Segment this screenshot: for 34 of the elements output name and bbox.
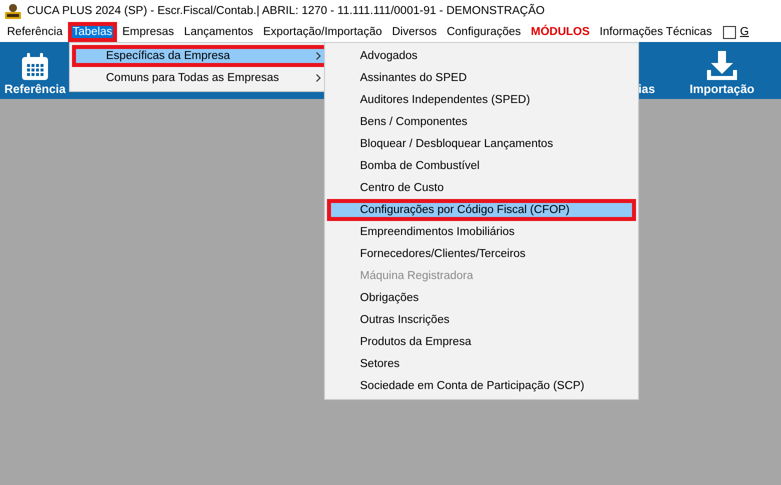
menu-item[interactable]: Diversos [387, 22, 442, 42]
menu-item[interactable]: Bomba de Combustível [327, 155, 636, 177]
menu-item[interactable]: Centro de Custo [327, 177, 636, 199]
menu-item[interactable]: Empreendimentos Imobiliários [327, 221, 636, 243]
menu-item[interactable]: MÓDULOS [526, 22, 595, 42]
toolbar-label[interactable]: Importação [690, 82, 754, 96]
toolbar-label[interactable]: ias [638, 82, 655, 96]
download-icon [705, 50, 739, 82]
menu-item[interactable]: Fornecedores/Clientes/Terceiros [327, 243, 636, 265]
menu-item[interactable]: Outras Inscrições [327, 309, 636, 331]
menu-item[interactable]: Configurações por Código Fiscal (CFOP) [327, 199, 636, 221]
toolbar-label[interactable]: Referência [4, 82, 66, 96]
menu-item[interactable]: Obrigações [327, 287, 636, 309]
app-logo-icon [4, 3, 22, 19]
checkbox-label[interactable]: G [740, 26, 749, 38]
menu-item[interactable]: Sociedade em Conta de Participação (SCP) [327, 375, 636, 397]
menu-item[interactable]: Configurações [442, 22, 526, 42]
menu-item[interactable]: Bloquear / Desbloquear Lançamentos [327, 133, 636, 155]
menu-item[interactable]: Tabelas [68, 22, 118, 42]
calendar-icon [20, 52, 50, 82]
window-title: CUCA PLUS 2024 (SP) - Escr.Fiscal/Contab.| ABRIL: 1270 - 11.111.111/0001-91 - DEMONSTRAÇÃO [27, 5, 545, 17]
menu-item[interactable]: Produtos da Empresa [327, 331, 636, 353]
menu-item[interactable]: Lançamentos [179, 22, 258, 42]
chevron-right-icon [316, 74, 321, 82]
chevron-right-icon [316, 52, 321, 60]
menu-item[interactable]: Referência [2, 22, 68, 42]
menu-item[interactable]: Auditores Independentes (SPED) [327, 89, 636, 111]
menu-item[interactable]: Bens / Componentes [327, 111, 636, 133]
menu-item[interactable]: Empresas [117, 22, 180, 42]
menu-item[interactable]: Assinantes do SPED [327, 67, 636, 89]
menu-item[interactable]: Informações Técnicas [594, 22, 717, 42]
menu-item[interactable]: Exportação/Importação [258, 22, 387, 42]
checkbox[interactable] [722, 26, 736, 38]
menu-item[interactable]: Setores [327, 353, 636, 375]
